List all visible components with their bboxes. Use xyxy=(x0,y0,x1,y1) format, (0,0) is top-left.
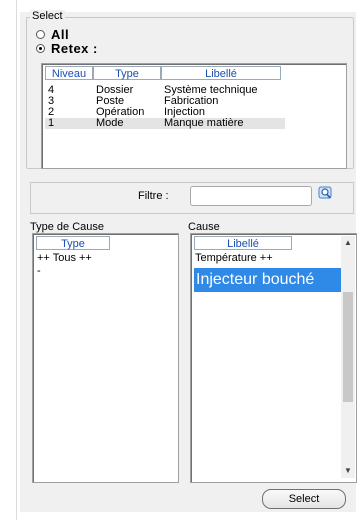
search-icon xyxy=(318,186,332,199)
radio-all-label: All xyxy=(51,27,70,42)
filter-label: Filtre : xyxy=(138,190,169,202)
radio-all-circle[interactable] xyxy=(36,30,45,39)
scroll-up-icon[interactable]: ▲ xyxy=(341,238,355,248)
cell-type: Mode xyxy=(96,117,124,129)
scroll-thumb[interactable] xyxy=(343,292,353,402)
col-header-niveau[interactable]: Niveau xyxy=(45,66,93,80)
select-legend: Select xyxy=(30,10,65,22)
list-item[interactable]: - xyxy=(36,266,114,277)
col-header-libelle[interactable]: Libellé xyxy=(161,66,281,80)
type-cause-label: Type de Cause xyxy=(30,221,104,233)
filter-input[interactable] xyxy=(190,186,312,206)
table-row-selected[interactable]: 1 Mode Manque matière xyxy=(45,118,285,129)
list-item[interactable]: Température ++ xyxy=(194,253,334,264)
list-item[interactable]: ++ Tous ++ xyxy=(36,253,114,264)
scroll-down-icon[interactable]: ▼ xyxy=(341,466,355,476)
radio-all[interactable]: All xyxy=(36,27,69,42)
type-cause-list[interactable]: Type ++ Tous ++ - xyxy=(32,233,179,483)
cause-label: Cause xyxy=(188,221,220,233)
scrollbar[interactable]: ▲ ▼ xyxy=(341,236,355,478)
list-item-label: - xyxy=(37,265,41,277)
col-header-libelle[interactable]: Libellé xyxy=(194,236,292,250)
cause-list[interactable]: Libellé Température ++ Injecteur bouché … xyxy=(190,233,357,483)
list-item-selected[interactable]: Injecteur bouché xyxy=(194,268,346,292)
select-button[interactable]: Select xyxy=(262,489,346,509)
cell-libelle: Manque matière xyxy=(164,117,244,129)
col-header-type[interactable]: Type xyxy=(93,66,161,80)
col-header-type[interactable]: Type xyxy=(36,236,110,250)
list-item-label: Température ++ xyxy=(195,252,273,264)
radio-retex-circle[interactable] xyxy=(36,44,45,53)
left-gutter xyxy=(0,0,17,520)
radio-retex-label: Retex : xyxy=(51,41,98,56)
cell-niveau: 1 xyxy=(48,117,55,129)
search-button[interactable] xyxy=(318,186,334,202)
retex-list[interactable]: Niveau Type Libellé 4 Dossier Système te… xyxy=(41,63,347,169)
radio-retex[interactable]: Retex : xyxy=(36,41,98,56)
list-item-label: ++ Tous ++ xyxy=(37,252,92,264)
